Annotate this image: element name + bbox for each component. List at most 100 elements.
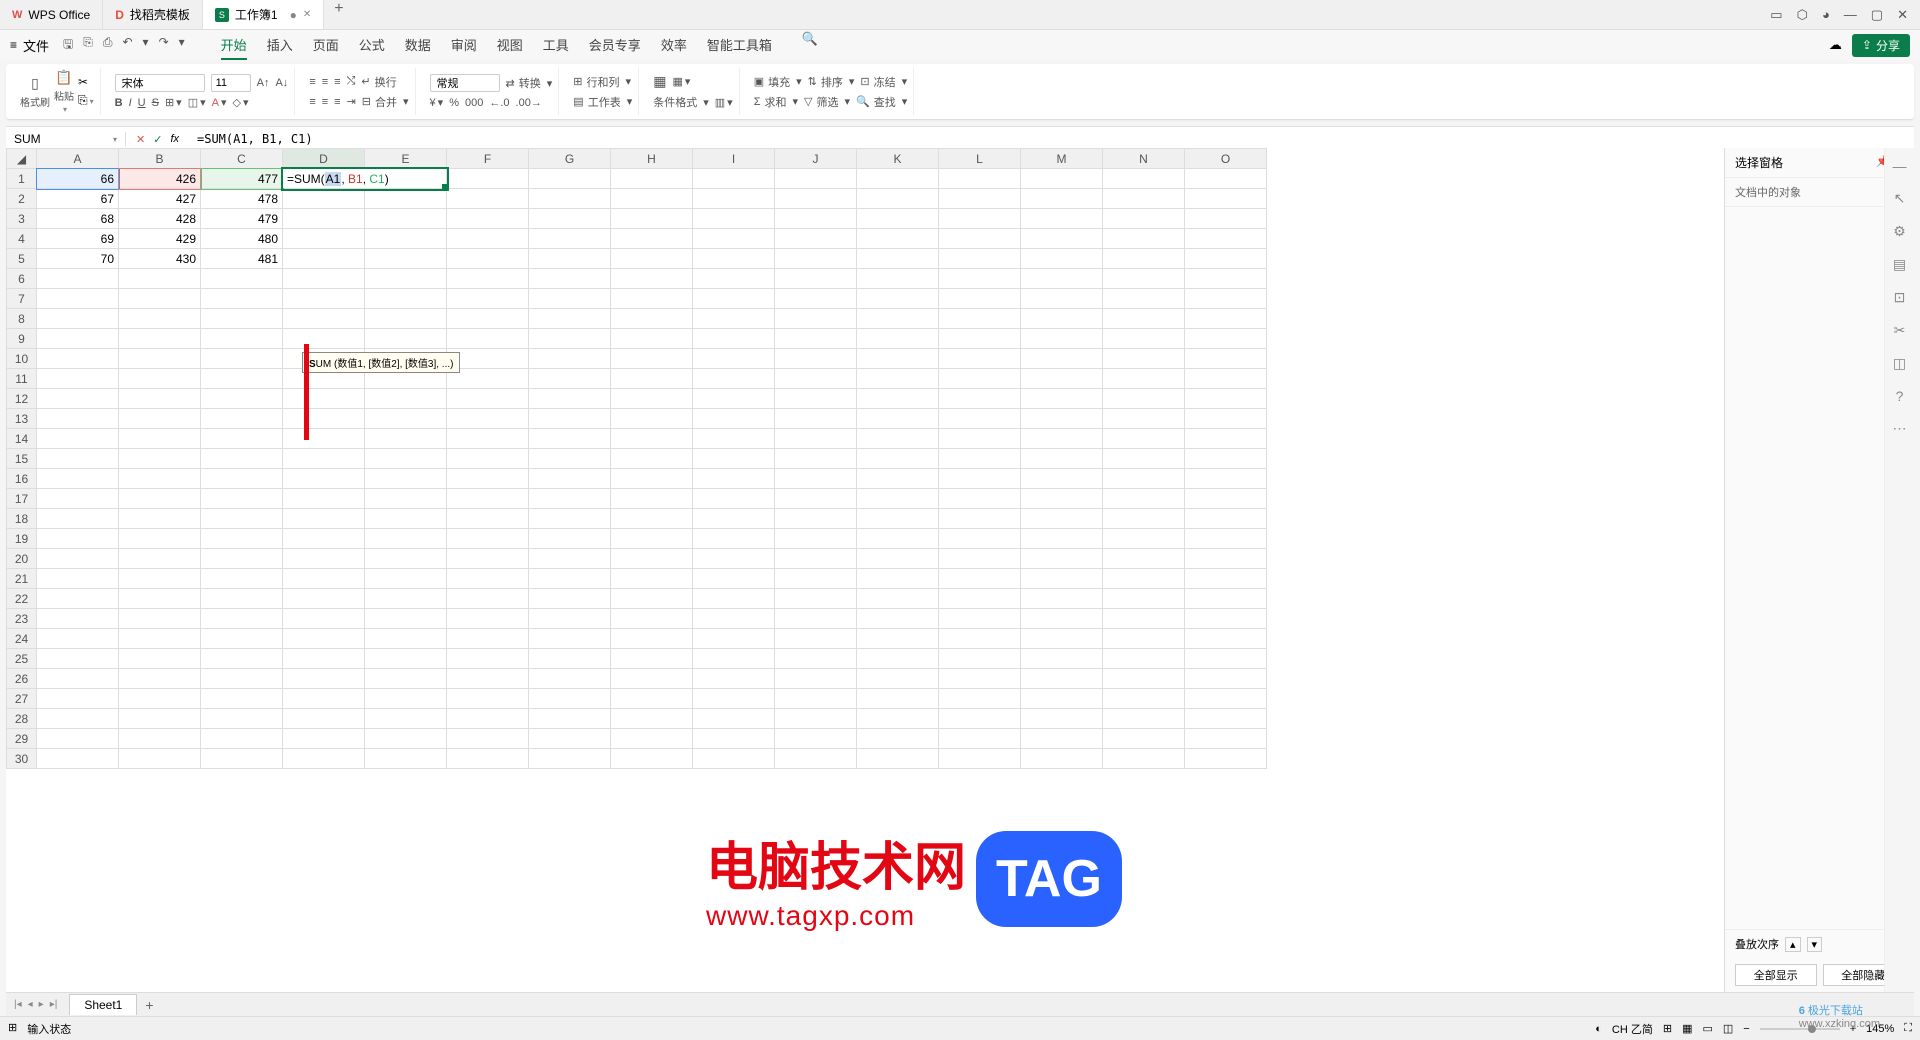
cell-C8[interactable] [201,309,283,329]
cell-K8[interactable] [857,309,939,329]
fit-icon[interactable]: ⛶ [1904,1022,1912,1035]
highlight-button[interactable]: ◇▾ [233,96,249,109]
cell-B20[interactable] [119,549,201,569]
cell-G30[interactable] [529,749,611,769]
cell-J20[interactable] [775,549,857,569]
cell-I4[interactable] [693,229,775,249]
cell-J11[interactable] [775,369,857,389]
row-header-10[interactable]: 10 [7,349,37,369]
cell-B13[interactable] [119,409,201,429]
cell-N23[interactable] [1103,609,1185,629]
cell-C7[interactable] [201,289,283,309]
cell-I13[interactable] [693,409,775,429]
cell-O1[interactable] [1185,169,1267,189]
cell-M8[interactable] [1021,309,1103,329]
cell-D12[interactable] [283,389,365,409]
cell-M24[interactable] [1021,629,1103,649]
cell-L21[interactable] [939,569,1021,589]
cell-D24[interactable] [283,629,365,649]
cell-H5[interactable] [611,249,693,269]
cell-H10[interactable] [611,349,693,369]
indent-icon[interactable]: ⇥ [347,95,356,108]
cell-C30[interactable] [201,749,283,769]
cell-A14[interactable] [37,429,119,449]
cell-K13[interactable] [857,409,939,429]
rowcol-button[interactable]: ⊞行和列▾ [573,74,631,90]
cell-D5[interactable] [283,249,365,269]
cell-E25[interactable] [365,649,447,669]
cell-H7[interactable] [611,289,693,309]
align-middle-icon[interactable]: ≡ [322,76,328,88]
cell-O10[interactable] [1185,349,1267,369]
cell-K19[interactable] [857,529,939,549]
hamburger-icon[interactable]: ≡ [10,38,17,52]
cell-I3[interactable] [693,209,775,229]
cell-A2[interactable]: 67 [37,189,119,209]
cell-G24[interactable] [529,629,611,649]
cell-J3[interactable] [775,209,857,229]
cell-G27[interactable] [529,689,611,709]
cell-O18[interactable] [1185,509,1267,529]
cell-B2[interactable]: 427 [119,189,201,209]
cell-C6[interactable] [201,269,283,289]
cell-C10[interactable] [201,349,283,369]
cell-B1[interactable]: 426 [119,169,201,189]
cell-B23[interactable] [119,609,201,629]
cell-J25[interactable] [775,649,857,669]
cell-H11[interactable] [611,369,693,389]
cell-L17[interactable] [939,489,1021,509]
tab-tools[interactable]: 工具 [543,31,569,60]
cell-I28[interactable] [693,709,775,729]
cell-E28[interactable] [365,709,447,729]
cell-O13[interactable] [1185,409,1267,429]
cell-O30[interactable] [1185,749,1267,769]
view-reading-icon[interactable]: ▭ [1702,1022,1712,1035]
tab-member[interactable]: 会员专享 [589,31,641,60]
cell-K5[interactable] [857,249,939,269]
cell-E6[interactable] [365,269,447,289]
cell-I26[interactable] [693,669,775,689]
cell-C13[interactable] [201,409,283,429]
cell-H27[interactable] [611,689,693,709]
cell-F21[interactable] [447,569,529,589]
cell-G25[interactable] [529,649,611,669]
cell-A1[interactable]: 66 [37,169,119,189]
cell-O17[interactable] [1185,489,1267,509]
cell-E19[interactable] [365,529,447,549]
ime-indicator[interactable]: CH 乙简 [1612,1021,1653,1037]
cell-N28[interactable] [1103,709,1185,729]
cell-D25[interactable] [283,649,365,669]
cell-M25[interactable] [1021,649,1103,669]
cell-C19[interactable] [201,529,283,549]
number-format-select[interactable] [430,74,500,92]
help-rail-icon[interactable]: ? [1896,388,1904,404]
cell-L30[interactable] [939,749,1021,769]
cell-O12[interactable] [1185,389,1267,409]
cell-J13[interactable] [775,409,857,429]
cell-I10[interactable] [693,349,775,369]
first-sheet-icon[interactable]: |◂ [14,999,22,1010]
cell-K10[interactable] [857,349,939,369]
cell-N20[interactable] [1103,549,1185,569]
align-bottom-icon[interactable]: ≡ [334,76,340,88]
cell-D6[interactable] [283,269,365,289]
add-tab-button[interactable]: + [324,0,353,29]
cell-K27[interactable] [857,689,939,709]
qat-dropdown-icon[interactable]: ▾ [179,35,185,56]
cell-H17[interactable] [611,489,693,509]
cell-L20[interactable] [939,549,1021,569]
cell-D19[interactable] [283,529,365,549]
align-center-icon[interactable]: ≡ [322,96,328,108]
cell-H26[interactable] [611,669,693,689]
cell-J23[interactable] [775,609,857,629]
cell-F30[interactable] [447,749,529,769]
cell-M11[interactable] [1021,369,1103,389]
row-header-23[interactable]: 23 [7,609,37,629]
cell-F7[interactable] [447,289,529,309]
cell-B28[interactable] [119,709,201,729]
cell-G18[interactable] [529,509,611,529]
cell-D7[interactable] [283,289,365,309]
cell-J9[interactable] [775,329,857,349]
cell-M20[interactable] [1021,549,1103,569]
cell-G7[interactable] [529,289,611,309]
